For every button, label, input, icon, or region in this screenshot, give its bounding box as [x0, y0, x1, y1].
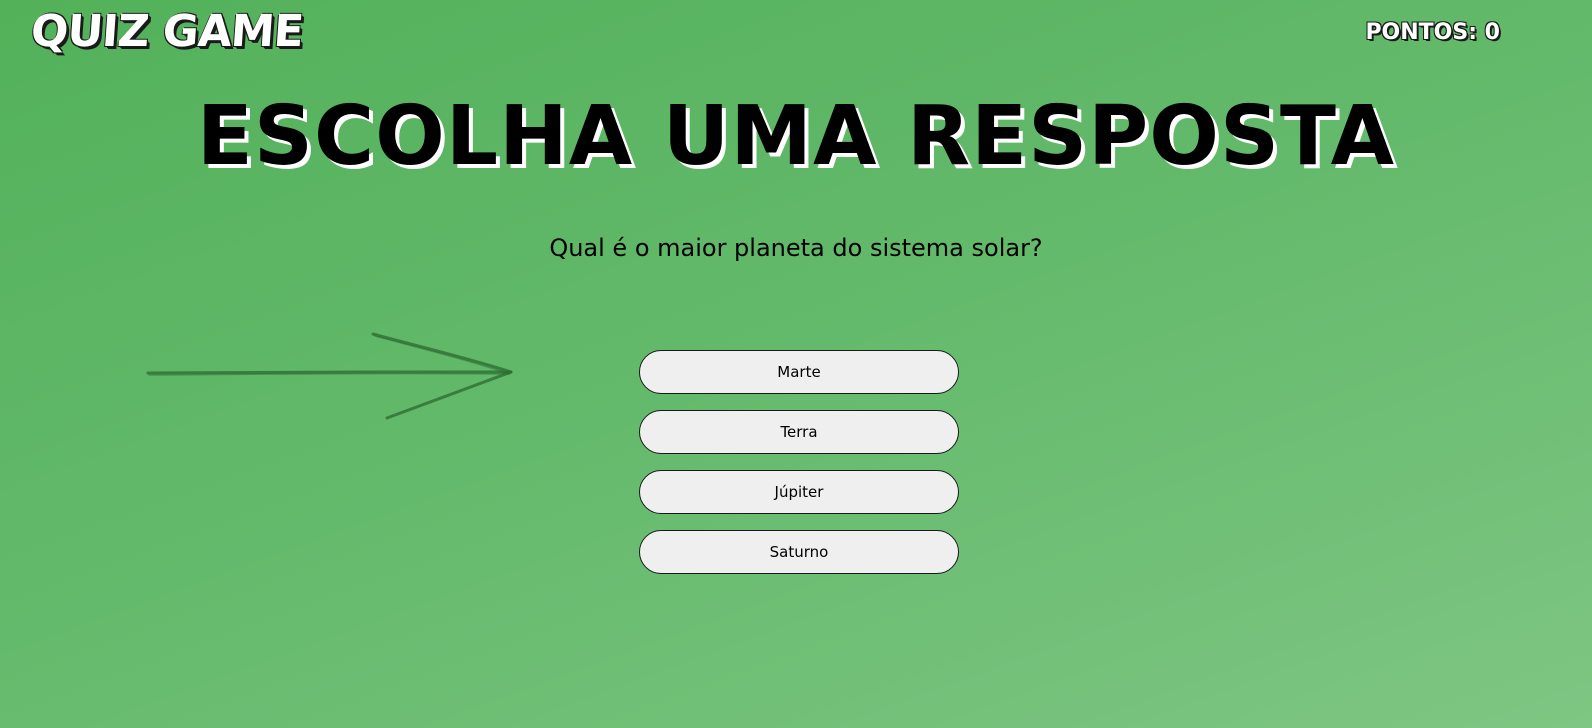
answer-button-saturno[interactable]: Saturno	[639, 530, 959, 574]
page-title: ESCOLHA UMA RESPOSTA	[196, 89, 1396, 184]
answer-button-jupiter[interactable]: Júpiter	[639, 470, 959, 514]
question-text: Qual é o maior planeta do sistema solar?	[549, 234, 1043, 262]
answer-list: Marte Terra Júpiter Saturno	[639, 350, 959, 590]
score-display: PONTOS: 0	[1365, 20, 1500, 45]
game-logo: QUIZ GAME	[29, 6, 305, 57]
arrow-right-icon	[146, 332, 513, 420]
answer-button-terra[interactable]: Terra	[639, 410, 959, 454]
answer-button-marte[interactable]: Marte	[639, 350, 959, 394]
